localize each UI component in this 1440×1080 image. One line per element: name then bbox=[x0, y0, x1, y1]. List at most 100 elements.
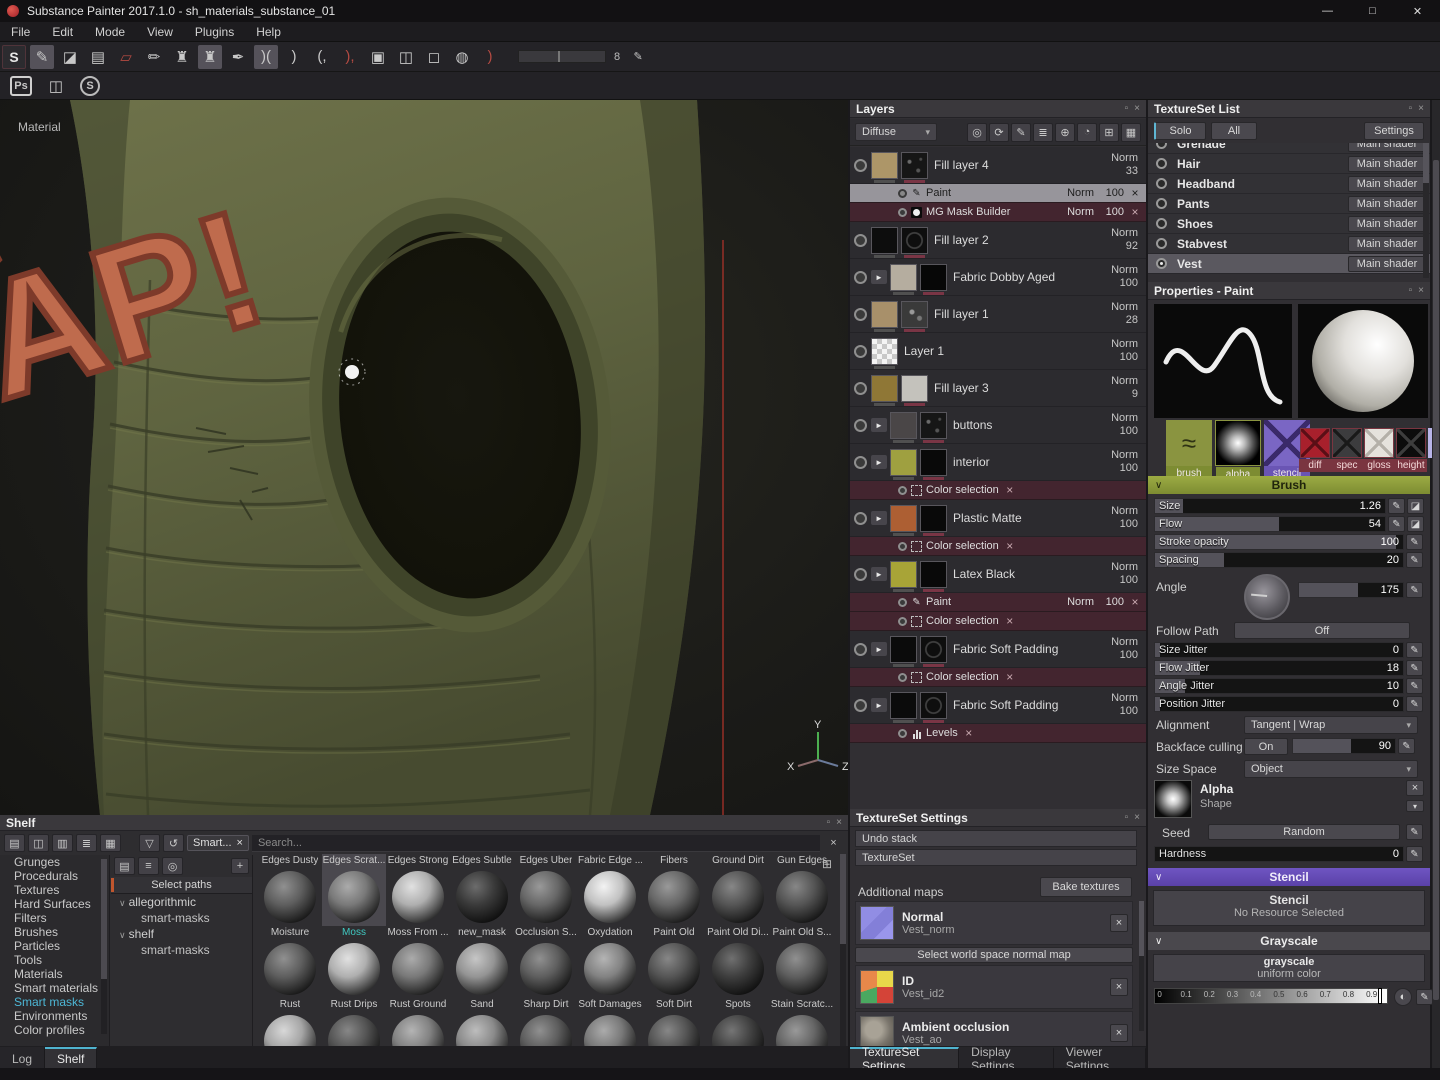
tab-log[interactable]: Log bbox=[0, 1047, 45, 1068]
layer-thumbnail[interactable] bbox=[871, 301, 898, 328]
mask-thumbnail[interactable] bbox=[776, 1015, 828, 1047]
layer-row[interactable]: ►Plastic MatteNorm100 bbox=[850, 500, 1146, 537]
mask-thumbnail[interactable] bbox=[520, 871, 572, 923]
layers-panel-header[interactable]: Layers ▫× bbox=[850, 100, 1146, 118]
channel-gloss[interactable]: gloss bbox=[1364, 428, 1394, 458]
effect-visibility-toggle[interactable] bbox=[898, 598, 907, 607]
layer-row[interactable]: Fill layer 3Norm9 bbox=[850, 370, 1146, 407]
mask-thumbnail[interactable] bbox=[776, 871, 828, 923]
mask-thumbnail[interactable] bbox=[712, 871, 764, 923]
layer-visibility-toggle[interactable] bbox=[854, 699, 867, 712]
symmetry-x-icon[interactable]: )( bbox=[254, 45, 278, 69]
folder-expand-icon[interactable]: ► bbox=[871, 642, 887, 656]
pencil-icon[interactable]: ✎ bbox=[1406, 534, 1423, 550]
backface-toggle-button[interactable]: On bbox=[1244, 738, 1288, 755]
search-input[interactable] bbox=[252, 835, 820, 852]
textureset-radio[interactable] bbox=[1156, 258, 1167, 269]
settings-button[interactable]: Settings bbox=[1364, 122, 1424, 140]
pencil-icon[interactable]: ◪ bbox=[1407, 498, 1424, 514]
slider-track[interactable]: Angle Jitter10 bbox=[1154, 678, 1404, 694]
viewport-3d[interactable]: AP! Y X Z Material bbox=[0, 100, 848, 815]
mask-thumbnail[interactable] bbox=[264, 871, 316, 923]
mask-label[interactable]: Edges Scrat... bbox=[323, 855, 386, 866]
folder-icon[interactable]: ▤ bbox=[114, 857, 135, 875]
paint-tool-icon[interactable]: ✎ bbox=[30, 45, 54, 69]
effect-close-icon[interactable]: × bbox=[999, 539, 1021, 553]
camera-view-icon[interactable]: ◫ bbox=[394, 45, 418, 69]
mask-label[interactable]: Rust Ground bbox=[390, 999, 447, 1010]
eraser-tool-icon[interactable]: ◪ bbox=[58, 45, 82, 69]
textureset-scrollbar[interactable] bbox=[1423, 143, 1429, 278]
symmetry-y-icon[interactable]: (, bbox=[310, 45, 334, 69]
mask-thumbnail[interactable] bbox=[584, 943, 636, 995]
close-icon[interactable]: × bbox=[1418, 103, 1424, 114]
textureset-radio[interactable] bbox=[1156, 198, 1167, 209]
brush-size-slider[interactable] bbox=[518, 50, 606, 63]
effect-visibility-toggle[interactable] bbox=[898, 542, 907, 551]
mask-label[interactable]: Sharp Dirt bbox=[523, 999, 568, 1010]
slider-track[interactable]: Stroke opacity100 bbox=[1154, 534, 1404, 550]
dock-icon[interactable]: ▫ bbox=[1409, 103, 1413, 114]
mask-label[interactable]: Sand bbox=[470, 999, 493, 1010]
main-shader-button[interactable]: Main shader bbox=[1348, 196, 1426, 212]
mask-label[interactable]: Edges Strong bbox=[388, 855, 449, 866]
main-shader-button[interactable]: Main shader bbox=[1348, 143, 1426, 152]
textureset-radio[interactable] bbox=[1156, 178, 1167, 189]
layer-thumbnail[interactable] bbox=[871, 375, 898, 402]
main-shader-button[interactable]: Main shader bbox=[1348, 176, 1426, 192]
dock-icon[interactable]: ▫ bbox=[1125, 103, 1129, 114]
effect-close-icon[interactable]: × bbox=[1124, 205, 1146, 219]
environment-rotate-icon[interactable]: ◍ bbox=[450, 45, 474, 69]
textureset-row[interactable]: ShoesMain shader bbox=[1148, 214, 1430, 234]
shelf-category-smart-masks[interactable]: Smart masks bbox=[0, 995, 109, 1009]
pencil-icon[interactable]: ✎ bbox=[1406, 824, 1423, 840]
shelf-category-grunges[interactable]: Grunges bbox=[0, 855, 109, 869]
main-shader-button[interactable]: Main shader bbox=[1348, 156, 1426, 172]
close-icon[interactable]: × bbox=[836, 817, 842, 828]
pencil-icon[interactable]: ✎ bbox=[1406, 696, 1423, 712]
clone-tool-icon[interactable]: ♜ bbox=[170, 45, 194, 69]
mask-label[interactable]: Moisture bbox=[271, 927, 309, 938]
layer-thumbnail[interactable] bbox=[890, 449, 917, 476]
alpha-clear-button[interactable]: × bbox=[1406, 780, 1424, 796]
slider-track[interactable]: Spacing20 bbox=[1154, 552, 1404, 568]
pencil-icon[interactable]: ✎ bbox=[1388, 516, 1405, 532]
projection-tool-icon[interactable]: ▤ bbox=[86, 45, 110, 69]
mask-thumbnail[interactable] bbox=[456, 1015, 508, 1047]
textureset-row[interactable]: StabvestMain shader bbox=[1148, 234, 1430, 254]
layer-thumbnail[interactable] bbox=[920, 505, 947, 532]
pencil-icon[interactable]: ✎ bbox=[1416, 989, 1433, 1005]
clear-search-icon[interactable]: × bbox=[823, 834, 844, 852]
textureset-radio[interactable] bbox=[1156, 218, 1167, 229]
effect-visibility-toggle[interactable] bbox=[898, 189, 907, 198]
layer-row[interactable]: Fill layer 4Norm33 bbox=[850, 147, 1146, 184]
layer-effect-row[interactable]: Color selection× bbox=[850, 668, 1146, 687]
mask-label[interactable]: Rust Drips bbox=[331, 999, 378, 1010]
shelf-category-materials[interactable]: Materials bbox=[0, 967, 109, 981]
textureset-row[interactable]: VestMain shader bbox=[1148, 254, 1430, 274]
layer-row[interactable]: ►buttonsNorm100 bbox=[850, 407, 1146, 444]
mask-label[interactable]: Oxydation bbox=[587, 927, 632, 938]
textureset-section[interactable]: TextureSet bbox=[855, 849, 1137, 866]
mask-label[interactable]: Occlusion S... bbox=[515, 927, 577, 938]
filter-icon[interactable]: ▽ bbox=[139, 834, 160, 852]
layer-thumbnail[interactable] bbox=[920, 636, 947, 663]
effect-visibility-toggle[interactable] bbox=[898, 729, 907, 738]
shelf-category-hard-surfaces[interactable]: Hard Surfaces bbox=[0, 897, 109, 911]
pencil-icon[interactable]: ◪ bbox=[1407, 516, 1424, 532]
symmetry-lock-icon[interactable]: ) bbox=[282, 45, 306, 69]
remove-map-icon[interactable]: × bbox=[1110, 1024, 1128, 1042]
layer-effect-row[interactable]: Color selection× bbox=[850, 612, 1146, 631]
effect-close-icon[interactable]: × bbox=[958, 726, 980, 740]
import-resources-icon[interactable]: ◫ bbox=[28, 834, 49, 852]
folder-expand-icon[interactable]: ► bbox=[871, 270, 887, 284]
close-icon[interactable]: × bbox=[1418, 285, 1424, 296]
menu-item-plugins[interactable]: Plugins bbox=[184, 25, 245, 39]
grayscale-marker[interactable] bbox=[1379, 989, 1381, 1003]
follow-path-button[interactable]: Off bbox=[1234, 622, 1410, 639]
mask-thumbnail[interactable] bbox=[776, 943, 828, 995]
layer-thumbnail[interactable] bbox=[920, 264, 947, 291]
channel-diff[interactable]: diff bbox=[1300, 428, 1330, 458]
slot-brush[interactable]: ≈brush bbox=[1166, 420, 1212, 466]
mask-thumbnail[interactable] bbox=[712, 943, 764, 995]
